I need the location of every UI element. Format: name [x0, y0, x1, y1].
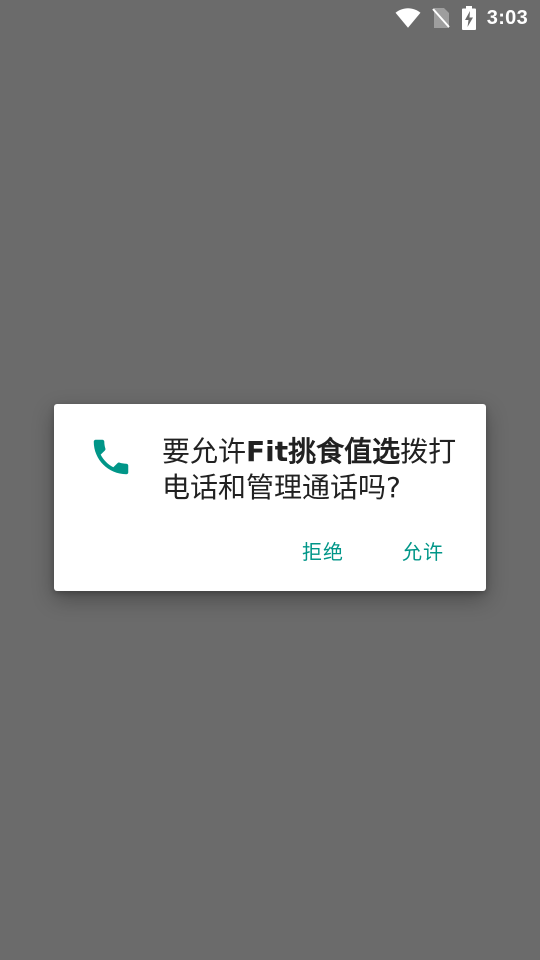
- battery-charging-icon: [461, 6, 476, 30]
- permission-dialog: 要允许Fit挑食值选拨打电话和管理通话吗? 拒绝 允许: [54, 404, 486, 591]
- dialog-actions: 拒绝 允许: [273, 530, 462, 571]
- no-sim-icon: [432, 8, 450, 28]
- allow-button[interactable]: 允许: [384, 530, 462, 571]
- phone-icon: [93, 439, 129, 475]
- app-name: Fit挑食值选: [246, 435, 401, 468]
- status-bar: 3:03: [0, 0, 540, 36]
- status-icons: 3:03: [395, 0, 528, 36]
- dialog-message: 要允许Fit挑食值选拨打电话和管理通话吗?: [162, 434, 462, 506]
- message-prefix: 要允许: [162, 435, 247, 468]
- status-time: 3:03: [486, 6, 528, 29]
- deny-button[interactable]: 拒绝: [284, 530, 362, 571]
- wifi-icon: [395, 8, 421, 28]
